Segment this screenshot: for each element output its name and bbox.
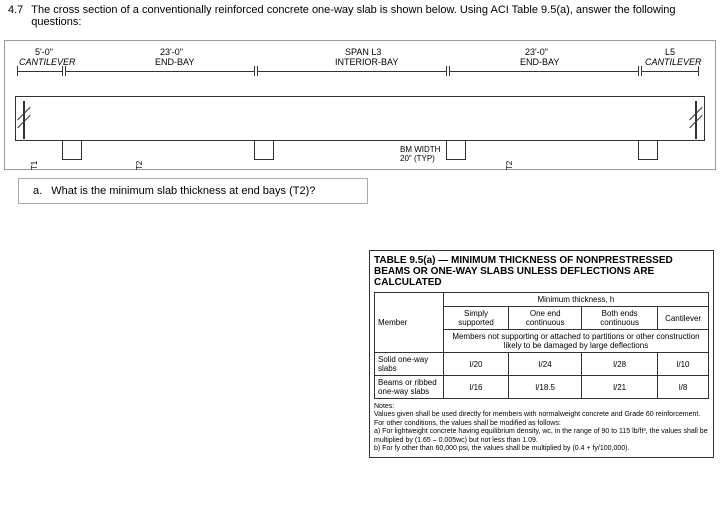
header-top-text: Minimum thickness, h — [537, 295, 614, 304]
beam-2 — [254, 140, 274, 160]
row1-v2: l/18.5 — [509, 376, 582, 399]
span1-dim: 5'-0" — [35, 47, 53, 57]
row1-v4: l/8 — [658, 376, 709, 399]
table-row: Beams or ribbed one-way slabs l/16 l/18.… — [375, 376, 709, 399]
row1-v1: l/16 — [443, 376, 508, 399]
break-right — [689, 101, 703, 139]
table-notes: Notes: Values given shall be used direct… — [374, 403, 709, 453]
bm-width-dim: 20" (TYP) — [400, 154, 440, 163]
question-text: What is the minimum slab thickness at en… — [51, 185, 315, 197]
col-c2: One end continuous — [509, 307, 582, 330]
table-row: Solid one-way slabs l/20 l/24 l/28 l/10 — [375, 353, 709, 376]
subheader: Members not supporting or attached to pa… — [443, 330, 708, 353]
col-c1: Simply supported — [443, 307, 508, 330]
row0-v4: l/10 — [658, 353, 709, 376]
table-title: TABLE 9.5(a) — MINIMUM THICKNESS OF NONP… — [374, 255, 709, 288]
top-labels: 5'-0" CANTILEVER 23'-0" END-BAY SPAN L3 … — [5, 47, 715, 71]
dim-1 — [17, 71, 63, 72]
row1-v3: l/21 — [582, 376, 658, 399]
span4-label: END-BAY — [520, 57, 559, 67]
problem-header: 4.7 The cross section of a conventionall… — [0, 0, 720, 32]
slab-diagram: 5'-0" CANTILEVER 23'-0" END-BAY SPAN L3 … — [4, 40, 716, 170]
notes-header: Notes: — [374, 403, 709, 411]
span3-label: INTERIOR-BAY — [335, 57, 398, 67]
dim-3 — [257, 71, 447, 72]
dim-4 — [449, 71, 639, 72]
beam-4 — [638, 140, 658, 160]
span2-label: END-BAY — [155, 57, 194, 67]
problem-text: The cross section of a conventionally re… — [31, 4, 712, 28]
span5-top: L5 — [665, 47, 675, 57]
aci-table: Member Minimum thickness, h Simply suppo… — [374, 292, 709, 399]
t2-label: T2 — [135, 161, 144, 170]
span1-label: CANTILEVER — [19, 57, 76, 67]
question-a: a. What is the minimum slab thickness at… — [18, 178, 368, 204]
dim-5 — [641, 71, 699, 72]
span3-top: SPAN L3 — [345, 47, 381, 57]
col-member: Member — [375, 293, 444, 353]
row0-v3: l/28 — [582, 353, 658, 376]
col-c4: Cantilever — [658, 307, 709, 330]
row0-v2: l/24 — [509, 353, 582, 376]
span2-dim: 23'-0" — [160, 47, 183, 57]
beam-3 — [446, 140, 466, 160]
slab-body — [15, 96, 705, 141]
beam-1 — [62, 140, 82, 160]
row0-v1: l/20 — [443, 353, 508, 376]
break-left — [17, 101, 31, 139]
beam-width-label: BM WIDTH 20" (TYP) — [400, 145, 440, 163]
problem-number: 4.7 — [8, 4, 23, 16]
dim-2 — [65, 71, 255, 72]
t2b-label: T2 — [505, 161, 514, 170]
col-c3: Both ends continuous — [582, 307, 658, 330]
row1-name: Beams or ribbed one-way slabs — [375, 376, 444, 399]
notes-b: b) For fy other than 60,000 psi, the val… — [374, 445, 709, 453]
question-letter: a. — [33, 185, 42, 197]
notes-intro: Values given shall be used directly for … — [374, 411, 709, 428]
bm-width-text: BM WIDTH — [400, 145, 440, 154]
t1-label: T1 — [30, 161, 39, 170]
row0-name: Solid one-way slabs — [375, 353, 444, 376]
span5-label: CANTILEVER — [645, 57, 702, 67]
notes-a: a) For lightweight concrete having equil… — [374, 428, 709, 445]
aci-table-box: TABLE 9.5(a) — MINIMUM THICKNESS OF NONP… — [369, 250, 714, 458]
header-top: Minimum thickness, h — [443, 293, 708, 307]
span4-dim: 23'-0" — [525, 47, 548, 57]
